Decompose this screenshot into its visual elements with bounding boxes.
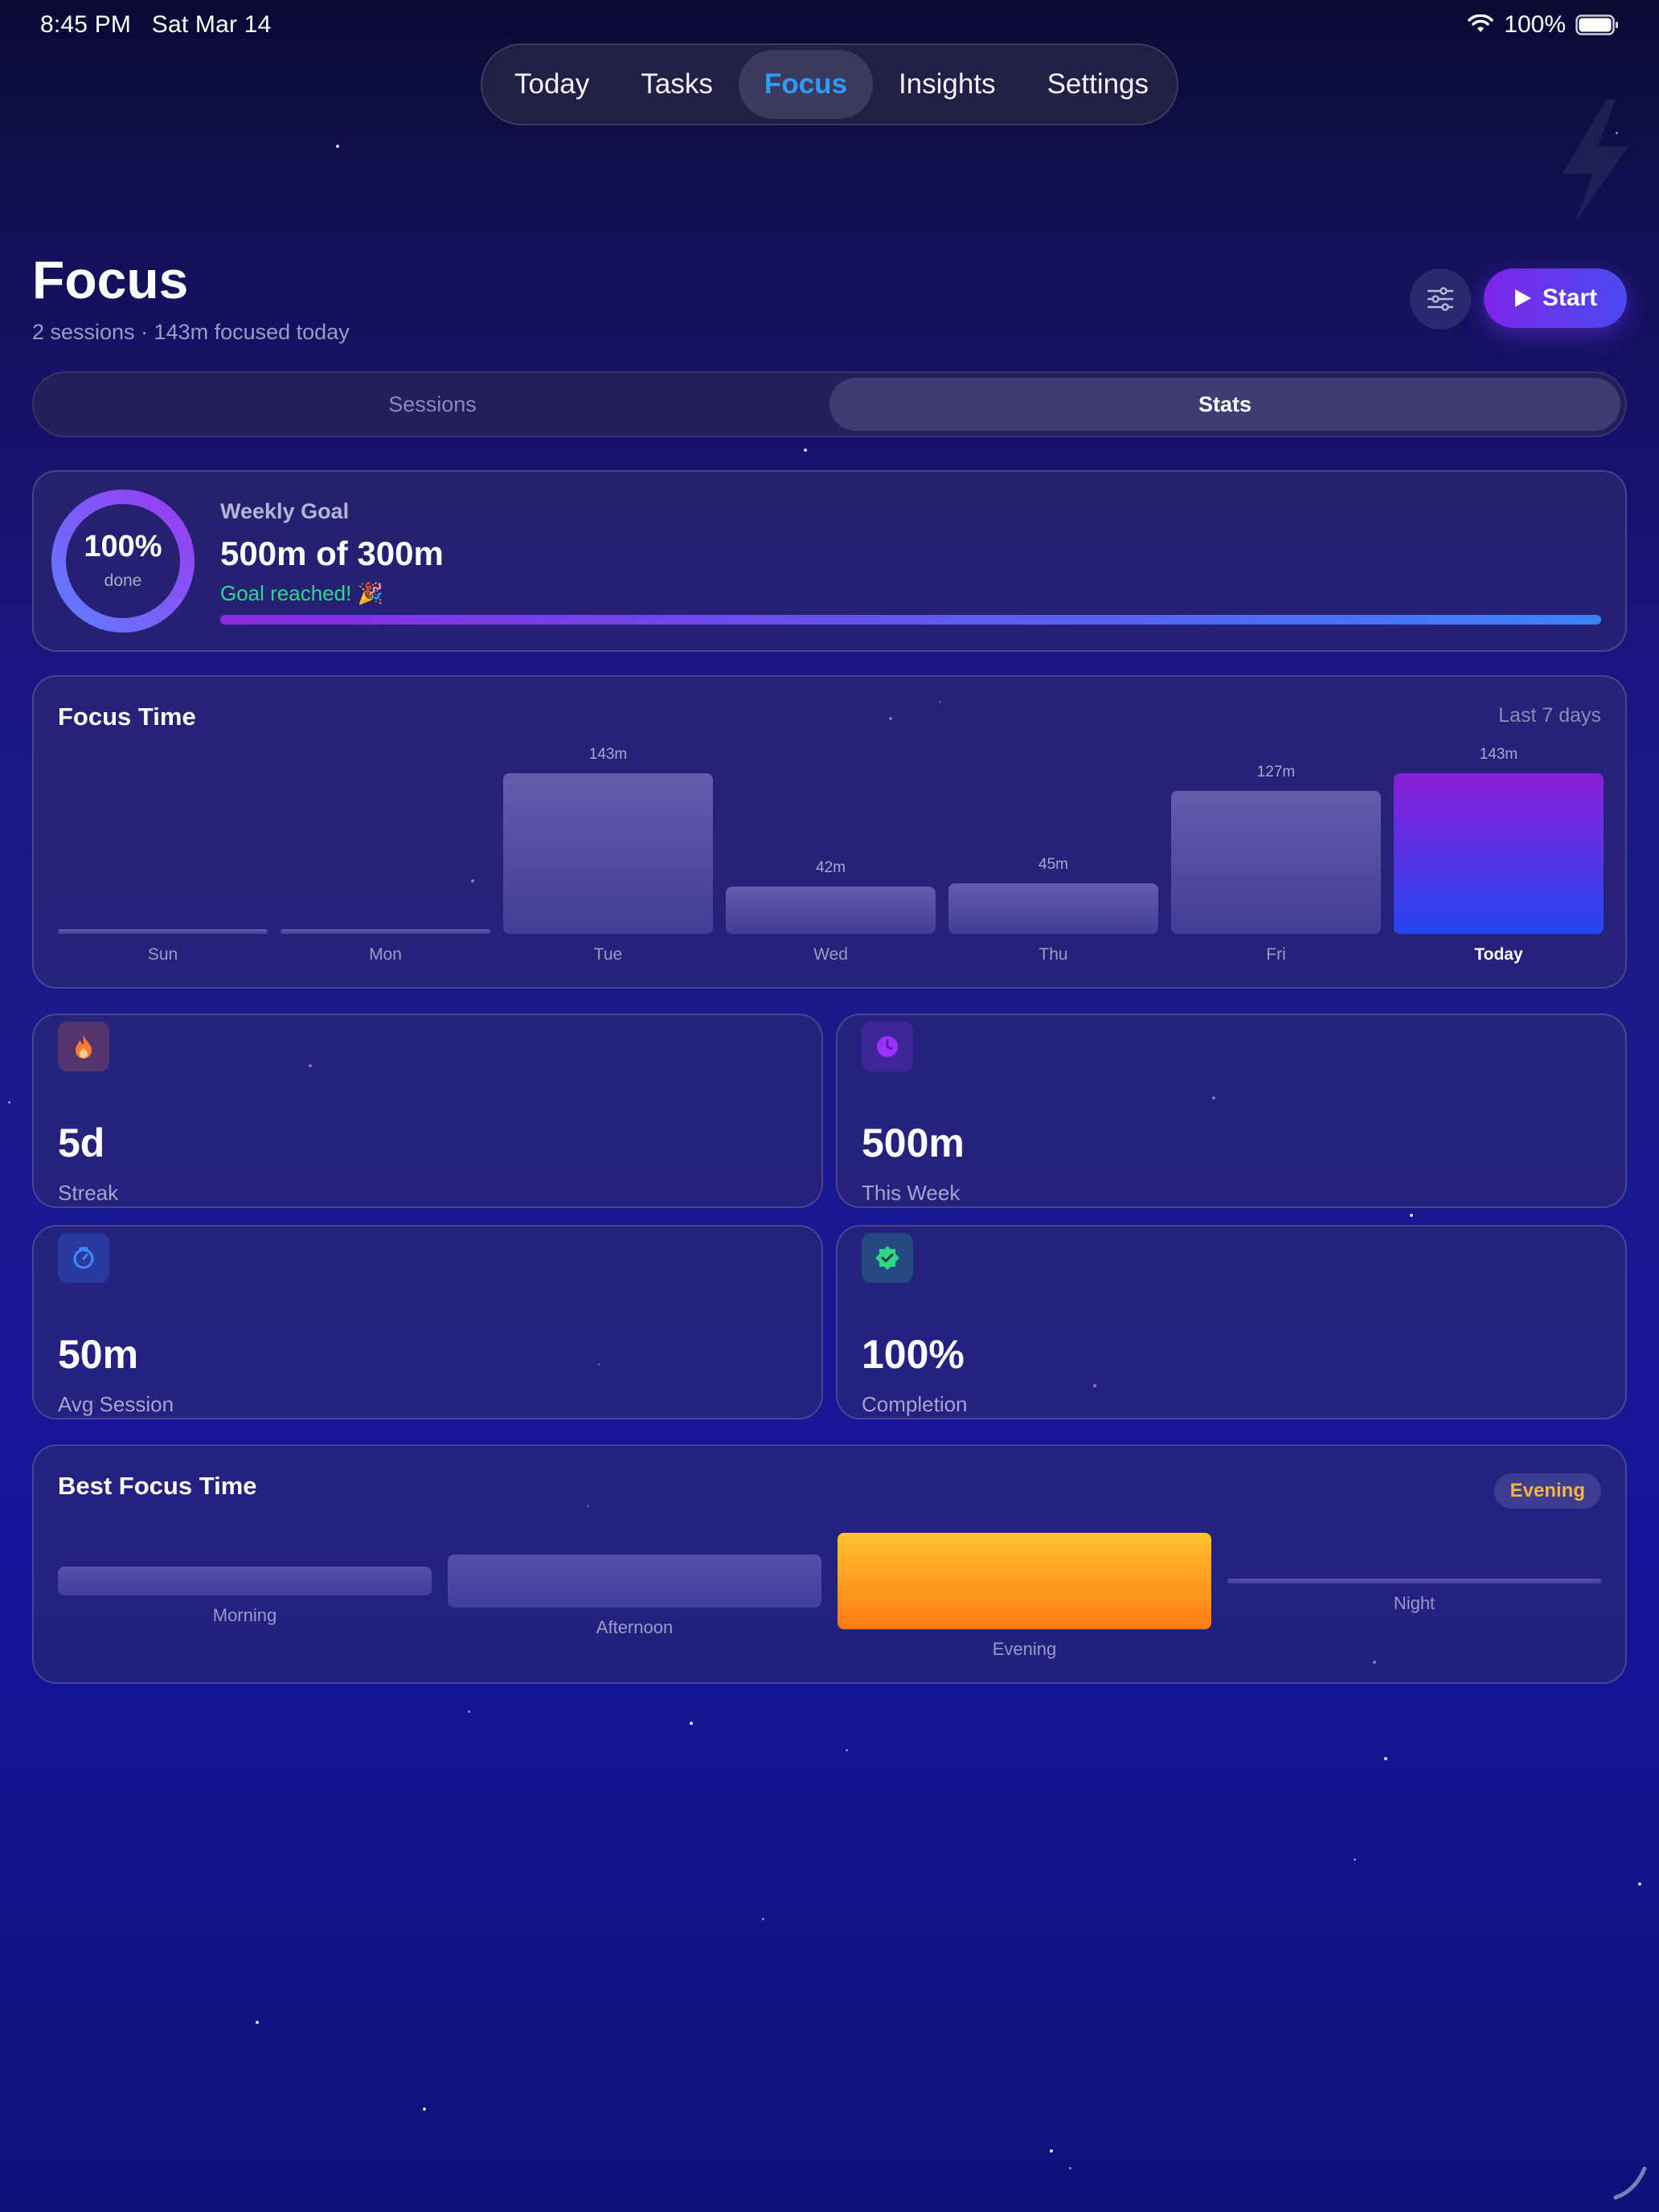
goal-label: Weekly Goal xyxy=(220,499,350,523)
stat-card-streak: 5d Streak xyxy=(32,1014,823,1208)
bar-thu xyxy=(948,883,1158,934)
day-label: Sun xyxy=(147,945,178,964)
time-bar-morning xyxy=(58,1567,432,1596)
best-time-badge: Evening xyxy=(1493,1473,1601,1509)
stat-value: 5d xyxy=(58,1120,105,1165)
bar-fri xyxy=(1171,791,1381,934)
bar-mon xyxy=(281,929,490,934)
time-bar-afternoon xyxy=(448,1555,821,1608)
top-nav: Today Tasks Focus Insights Settings xyxy=(481,43,1178,125)
goal-progress-track xyxy=(220,615,1601,625)
tab-focus[interactable]: Focus xyxy=(738,50,873,119)
check-badge-icon xyxy=(862,1233,913,1283)
start-button[interactable]: Start xyxy=(1484,268,1627,328)
stat-card-avg-session: 50m Avg Session xyxy=(32,1225,823,1419)
day-label: Fri xyxy=(1266,945,1286,964)
clock-icon xyxy=(862,1022,913,1071)
bar-value-label: 127m xyxy=(1256,764,1296,781)
battery-percent: 100% xyxy=(1504,11,1566,38)
stat-label: Completion xyxy=(862,1392,968,1416)
segment-stats[interactable]: Stats xyxy=(830,378,1620,431)
goal-value: 500m of 300m xyxy=(220,535,444,572)
status-bar-left: 8:45 PM Sat Mar 14 xyxy=(40,11,271,39)
time-period-label: Morning xyxy=(212,1605,277,1625)
bar-today xyxy=(1394,773,1604,934)
page-subtitle: 2 sessions · 143m focused today xyxy=(32,320,350,344)
corner-handle-icon xyxy=(1613,2166,1647,2200)
lightning-icon xyxy=(1563,100,1628,222)
segment-sessions[interactable]: Sessions xyxy=(39,378,826,431)
goal-done-label: done xyxy=(104,571,142,590)
status-bar-right: 100% xyxy=(1467,11,1619,39)
status-date: Sat Mar 14 xyxy=(151,11,272,38)
start-label: Start xyxy=(1542,285,1598,311)
stat-value: 500m xyxy=(862,1120,965,1165)
focus-time-range: Last 7 days xyxy=(1498,704,1601,727)
tab-settings[interactable]: Settings xyxy=(1022,50,1174,119)
wifi-icon xyxy=(1468,14,1494,32)
time-period-label: Evening xyxy=(992,1639,1057,1659)
stat-value: 50m xyxy=(58,1332,139,1377)
tab-insights[interactable]: Insights xyxy=(873,50,1022,119)
stat-label: Streak xyxy=(58,1181,119,1205)
tab-tasks[interactable]: Tasks xyxy=(615,50,738,119)
status-time: 8:45 PM xyxy=(40,11,132,38)
bar-tue xyxy=(503,773,713,934)
day-label: Tue xyxy=(593,945,623,964)
stat-card-this-week: 500m This Week xyxy=(836,1014,1627,1208)
best-focus-card: Best Focus Time Evening Morning Afternoon… xyxy=(32,1444,1627,1684)
page-title: Focus xyxy=(32,250,189,309)
day-label: Today xyxy=(1474,945,1523,964)
stat-value: 100% xyxy=(862,1332,965,1377)
time-period-label: Afternoon xyxy=(596,1617,674,1637)
time-bar-evening xyxy=(838,1533,1211,1629)
stat-label: This Week xyxy=(862,1181,961,1205)
timer-icon xyxy=(58,1233,109,1283)
day-label: Thu xyxy=(1038,945,1068,964)
stat-label: Avg Session xyxy=(58,1392,174,1416)
battery-icon xyxy=(1575,14,1618,35)
view-segment: Sessions Stats xyxy=(32,371,1627,437)
bar-wed xyxy=(726,887,936,934)
stat-card-completion: 100% Completion xyxy=(836,1225,1627,1419)
flame-icon xyxy=(58,1022,109,1071)
bar-value-label: 143m xyxy=(588,746,628,763)
focus-time-card: Focus Time Last 7 days Sun Mon 143m Tue 42m W… xyxy=(32,675,1627,989)
sliders-icon xyxy=(1427,287,1454,311)
time-bar-night xyxy=(1227,1579,1601,1583)
tab-today[interactable]: Today xyxy=(489,50,615,119)
focus-time-title: Focus Time xyxy=(58,703,196,731)
day-label: Wed xyxy=(813,945,848,964)
time-period-label: Night xyxy=(1393,1593,1436,1613)
play-icon xyxy=(1514,289,1531,307)
weekly-goal-card: 100% done Weekly Goal 500m of 300m Goal … xyxy=(32,470,1627,652)
bar-sun xyxy=(58,929,268,934)
best-focus-title: Best Focus Time xyxy=(58,1472,257,1500)
bar-value-label: 143m xyxy=(1479,746,1518,763)
bar-value-label: 45m xyxy=(1038,856,1068,874)
bar-value-label: 42m xyxy=(816,859,846,877)
filter-button[interactable] xyxy=(1410,268,1471,330)
day-label: Mon xyxy=(369,945,402,964)
goal-percent: 100% xyxy=(84,530,162,563)
goal-message: Goal reached! 🎉 xyxy=(220,581,383,605)
goal-progress-fill xyxy=(220,615,1601,625)
